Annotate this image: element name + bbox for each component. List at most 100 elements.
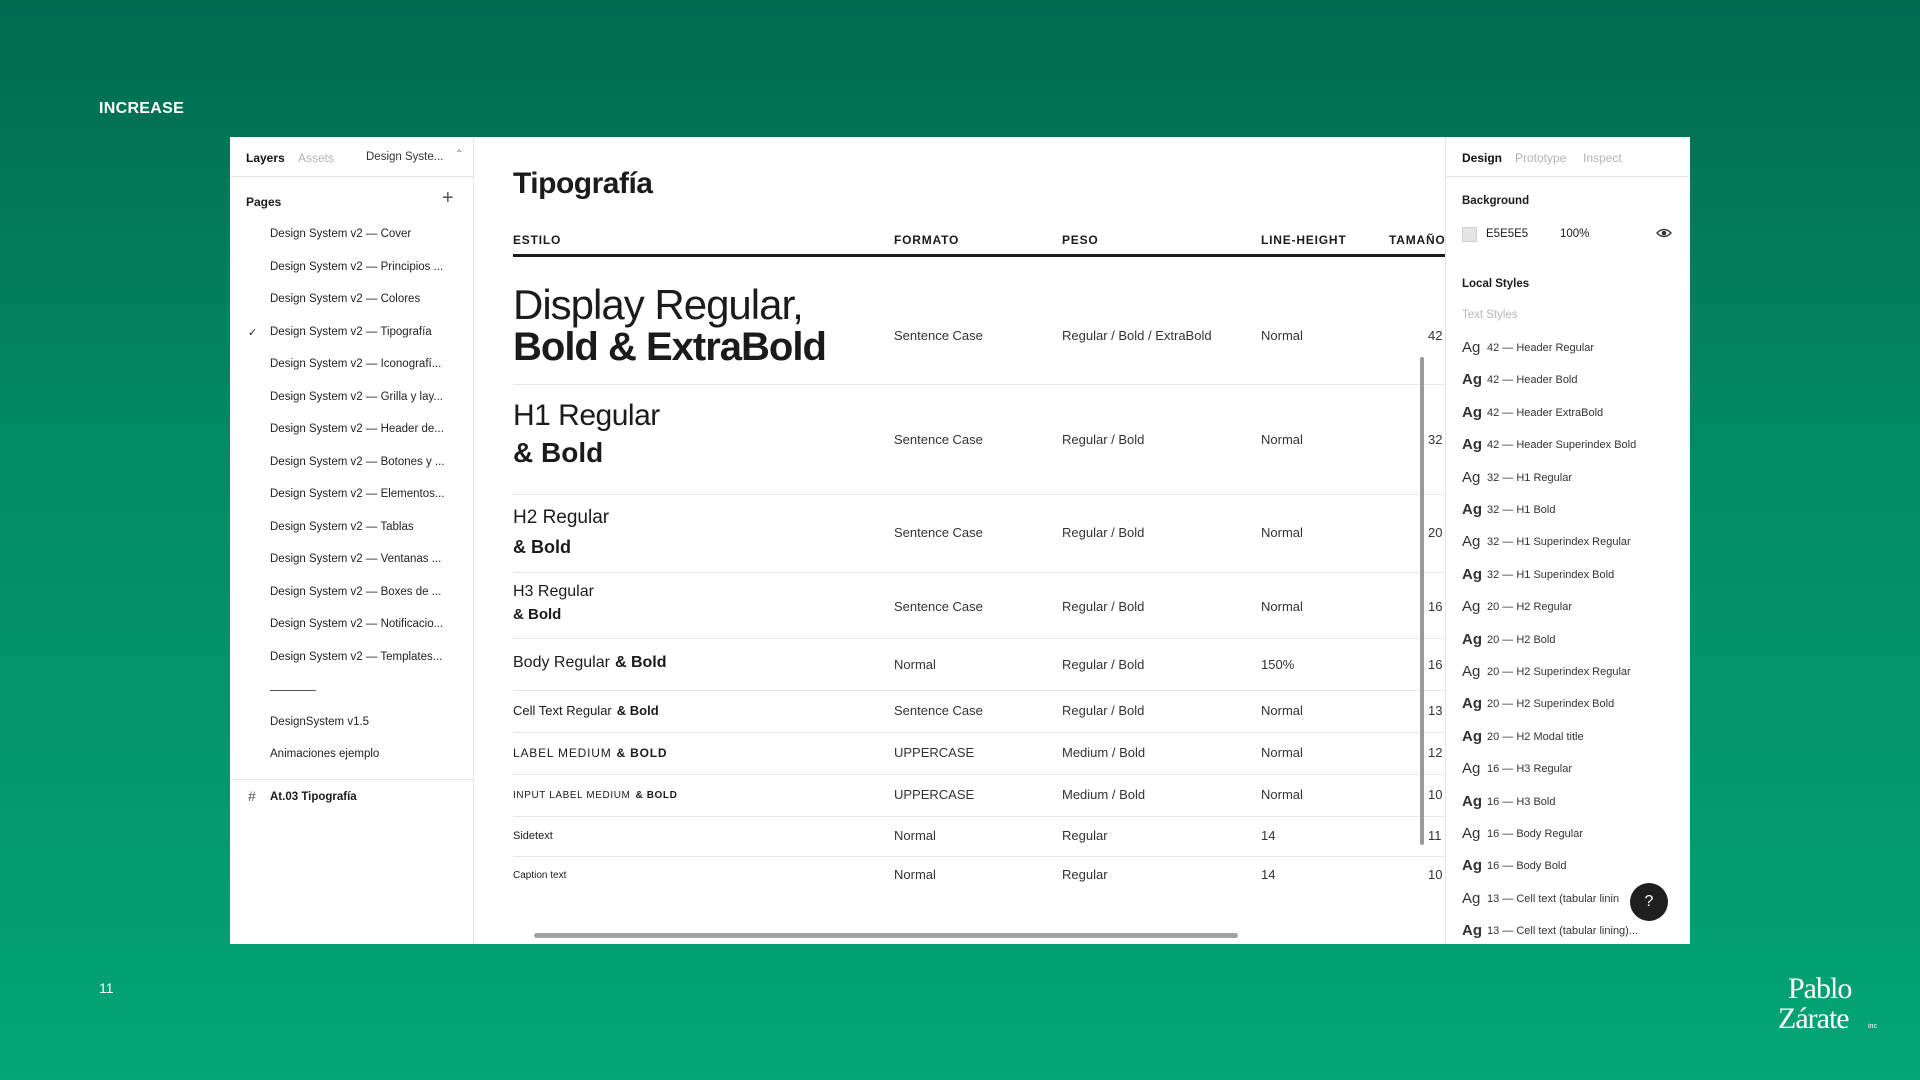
page-item[interactable]: Design System v2 — Templates... [230,642,473,675]
page-item[interactable]: Design System v2 — Header de... [230,414,473,447]
text-style-name: 20 — H2 Modal title [1487,730,1584,743]
text-style-name: 32 — H1 Regular [1487,471,1572,484]
cell-peso: Regular / Bold [1062,432,1145,447]
add-page-icon[interactable]: + [442,187,454,210]
file-name-dropdown[interactable]: Design Syste... [366,151,443,163]
page-label: Design System v2 — Botones y ... [270,455,445,468]
text-style-icon: Ag [1462,695,1482,713]
page-item[interactable]: Design System v2 — Grilla y lay... [230,382,473,415]
header-formato: FORMATO [894,233,960,247]
tab-assets[interactable]: Assets [298,151,334,165]
table-row[interactable]: LABEL MEDIUM & BOLD UPPERCASE Medium / Bold… [513,733,1445,775]
style-sample-regular: H1 Regular [513,399,660,432]
text-style-item[interactable]: Ag 13 — Cell text (tabular lining)... [1462,922,1682,944]
text-style-item[interactable]: Ag 20 — H2 Bold [1462,631,1682,663]
cell-peso: Regular / Bold [1062,525,1145,540]
text-style-icon: Ag [1462,533,1481,551]
text-style-item[interactable]: Ag 16 — H3 Bold [1462,793,1682,825]
background-hex[interactable]: E5E5E5 [1486,228,1528,240]
table-row[interactable]: Display Regular, Bold & ExtraBold Sentence… [513,265,1445,385]
page-label: Design System v2 — Notificacio... [270,618,444,630]
help-button[interactable]: ? [1630,883,1668,921]
canvas[interactable]: Tipografía ESTILO FORMATO PESO LINE-HEIG… [474,137,1445,944]
cell-formato: Normal [894,867,936,882]
page-item[interactable]: Design System v2 — Elementos... [230,479,473,512]
page-item[interactable]: Design System v2 — Tablas [230,512,473,545]
page-item[interactable]: Design System v2 — Notificacio... [230,609,473,642]
text-style-item[interactable]: Ag 20 — H2 Modal title [1462,728,1682,760]
table-row[interactable]: Caption text Normal Regular 14 10 [513,857,1445,897]
table-row[interactable]: Cell Text Regular & Bold Sentence Case Regu… [513,691,1445,733]
table-row[interactable]: Sidetext Normal Regular 14 11 [513,817,1445,857]
cell-formato: Sentence Case [894,432,983,447]
text-style-item[interactable]: Ag 20 — H2 Superindex Bold [1462,695,1682,727]
text-style-item[interactable]: Ag 32 — H1 Superindex Regular [1462,533,1682,565]
style-sample-regular: Caption text [513,870,567,881]
design-panel: Design Prototype Inspect Background E5E5… [1445,137,1690,944]
vertical-scrollbar[interactable] [1420,357,1424,845]
text-style-item[interactable]: Ag 42 — Header Regular [1462,339,1682,371]
page-item[interactable]: Design System v2 — Botones y ... [230,447,473,480]
background-opacity[interactable]: 100% [1560,228,1589,240]
text-style-item[interactable]: Ag 20 — H2 Regular [1462,598,1682,630]
eye-icon[interactable] [1656,225,1672,241]
cell-peso: Regular / Bold [1062,657,1145,672]
table-header: ESTILO FORMATO PESO LINE-HEIGHT TAMAÑO [513,233,1445,257]
table-row[interactable]: H2 Regular & Bold Sentence Case Regular / B… [513,495,1445,573]
table-row[interactable]: H1 Regular & Bold Sentence Case Regular / B… [513,385,1445,495]
text-style-icon: Ag [1462,565,1482,583]
frame-layer[interactable]: # At.03 Tipografía [230,779,474,813]
text-style-item[interactable]: Ag 13 — Cell text (tabular linin [1462,890,1630,922]
style-sample-bold: & Bold [616,703,659,718]
page-item[interactable]: DesignSystem v1.5 [230,707,473,740]
cell-formato: Sentence Case [894,525,983,540]
page-item[interactable]: Design System v2 — Iconografí... [230,349,473,382]
text-style-item[interactable]: Ag 16 — H3 Regular [1462,760,1682,792]
cell-line-height: Normal [1261,787,1303,802]
background-label: Background [1462,195,1530,207]
style-sample-regular: Cell Text Regular [513,703,612,718]
tab-prototype[interactable]: Prototype [1515,151,1566,165]
text-style-item[interactable]: Ag 20 — H2 Superindex Regular [1462,663,1682,695]
page-item[interactable]: Animaciones ejemplo [230,739,473,772]
page-label: Design System v2 — Colores [270,293,421,305]
cell-peso: Regular / Bold / ExtraBold [1062,328,1212,343]
page-item[interactable]: Design System v2 — Cover [230,219,473,252]
tab-design[interactable]: Design [1462,151,1502,165]
table-row[interactable]: H3 Regular & Bold Sentence Case Regular / B… [513,573,1445,639]
style-sample-regular: Display Regular, [513,281,804,328]
style-sample-bold: Bold & ExtraBold [513,325,827,369]
text-style-item[interactable]: Ag 42 — Header Superindex Bold [1462,436,1682,468]
cell-formato: Normal [894,657,936,672]
style-sample-bold: & Bold [513,437,604,468]
cell-size: 16 [1428,657,1443,672]
background-swatch[interactable] [1462,227,1477,242]
text-style-item[interactable]: Ag 16 — Body Regular [1462,825,1682,857]
page-item[interactable]: Design System v2 — Ventanas ... [230,544,473,577]
cell-formato: UPPERCASE [894,787,975,802]
local-styles-label: Local Styles [1462,278,1530,290]
tab-inspect[interactable]: Inspect [1583,151,1622,165]
page-item[interactable]: Design System v2 — Principios ... [230,252,473,285]
text-style-icon: Ag [1462,825,1481,842]
text-style-item[interactable]: Ag 32 — H1 Superindex Bold [1462,566,1682,598]
style-sample-bold: & Bold [513,537,571,557]
cell-formato: Sentence Case [894,703,983,718]
page-item[interactable]: ✓ Design System v2 — Tipografía [230,317,473,350]
text-style-icon: Ag [1462,922,1482,940]
table-row[interactable]: Body Regular & Bold Normal Regular / Bold 15… [513,639,1445,691]
text-style-item[interactable]: Ag 32 — H1 Bold [1462,501,1682,533]
horizontal-scrollbar[interactable] [534,933,1238,938]
figma-window: Layers Assets Design Syste... ⌃ Pages + … [230,137,1690,944]
text-style-item[interactable]: Ag 42 — Header ExtraBold [1462,404,1682,436]
page-item[interactable]: Design System v2 — Boxes de ... [230,577,473,610]
tab-layers[interactable]: Layers [246,151,285,165]
chevron-up-icon[interactable]: ⌃ [455,149,463,160]
text-style-item[interactable]: Ag 32 — H1 Regular [1462,469,1682,501]
cell-line-height: Normal [1261,525,1303,540]
text-style-name: 20 — H2 Superindex Bold [1487,698,1615,711]
text-style-icon: Ag [1462,339,1481,356]
text-style-item[interactable]: Ag 42 — Header Bold [1462,371,1682,403]
page-item[interactable]: Design System v2 — Colores [230,284,473,317]
table-row[interactable]: INPUT LABEL MEDIUM & BOLD UPPERCASE Medium … [513,775,1445,817]
